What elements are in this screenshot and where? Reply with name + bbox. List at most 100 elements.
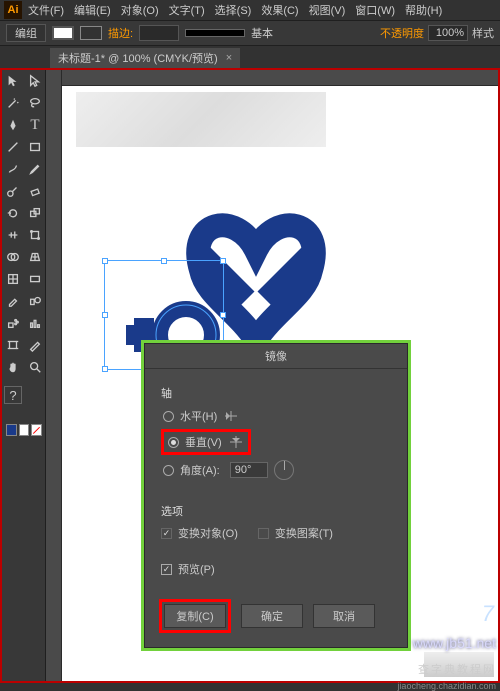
resize-handle[interactable] xyxy=(102,366,108,372)
mesh-tool[interactable] xyxy=(2,268,24,290)
artboard-tool[interactable] xyxy=(2,334,24,356)
menu-help[interactable]: 帮助(H) xyxy=(405,2,442,18)
magic-wand-tool[interactable] xyxy=(2,92,24,114)
angle-dial-icon[interactable] xyxy=(274,460,294,480)
resize-handle[interactable] xyxy=(102,258,108,264)
perspective-tool[interactable] xyxy=(24,246,46,268)
menu-file[interactable]: 文件(F) xyxy=(28,2,64,18)
radio-icon[interactable] xyxy=(163,465,174,476)
width-tool[interactable] xyxy=(2,224,24,246)
resize-handle[interactable] xyxy=(161,258,167,264)
close-tab-icon[interactable]: × xyxy=(226,52,232,64)
checkbox-icon xyxy=(258,528,269,539)
fill-swatch[interactable] xyxy=(52,26,74,40)
style-label[interactable]: 样式 xyxy=(472,25,494,41)
dialog-title: 镜像 xyxy=(145,344,407,369)
app-logo: Ai xyxy=(4,1,22,19)
menu-window[interactable]: 窗口(W) xyxy=(355,2,395,18)
zoom-tool[interactable] xyxy=(24,356,46,378)
menu-edit[interactable]: 编辑(E) xyxy=(74,2,111,18)
reflect-dialog-highlight: 镜像 轴 水平(H) 垂直(V) xyxy=(141,340,411,651)
blob-brush-tool[interactable] xyxy=(2,180,24,202)
flip-vertical-icon xyxy=(228,435,244,449)
checkbox-icon[interactable] xyxy=(161,564,172,575)
reflect-dialog: 镜像 轴 水平(H) 垂直(V) xyxy=(144,343,408,648)
pen-tool[interactable] xyxy=(2,114,24,136)
horizontal-radio-row[interactable]: 水平(H) xyxy=(161,405,391,427)
rectangle-tool[interactable] xyxy=(24,136,46,158)
copy-button-highlight: 复制(C) xyxy=(159,599,231,633)
brush-tool[interactable] xyxy=(2,158,24,180)
cancel-button[interactable]: 取消 xyxy=(313,604,375,628)
free-transform-tool[interactable] xyxy=(24,224,46,246)
eyedropper-tool[interactable] xyxy=(2,290,24,312)
watermark-url: www.jb51.net xyxy=(413,635,496,651)
fill-color-swatch[interactable] xyxy=(6,424,17,436)
slice-tool[interactable] xyxy=(24,334,46,356)
eraser-tool[interactable] xyxy=(24,180,46,202)
radio-icon[interactable] xyxy=(168,437,179,448)
canvas[interactable]: 镜像 轴 水平(H) 垂直(V) xyxy=(46,70,498,681)
rotate-tool[interactable] xyxy=(2,202,24,224)
blend-tool[interactable] xyxy=(24,290,46,312)
selection-tool[interactable] xyxy=(2,70,24,92)
workspace: T ? xyxy=(0,68,500,683)
direct-select-tool[interactable] xyxy=(24,70,46,92)
opacity-label: 不透明度 xyxy=(380,25,424,41)
column-graph-tool[interactable] xyxy=(24,312,46,334)
resize-handle[interactable] xyxy=(220,312,226,318)
stroke-label: 描边: xyxy=(108,25,133,41)
watermark-cn: 查字典教程网 xyxy=(418,660,496,677)
symbol-spray-tool[interactable] xyxy=(2,312,24,334)
stroke-weight-field[interactable] xyxy=(139,25,179,41)
angle-label: 角度(A): xyxy=(180,462,220,478)
opacity-field[interactable]: 100% xyxy=(428,25,468,41)
preview-label: 预览(P) xyxy=(178,561,215,577)
help-tool[interactable]: ? xyxy=(4,386,22,404)
menu-view[interactable]: 视图(V) xyxy=(309,2,346,18)
document-tab-label: 未标题-1* @ 100% (CMYK/预览) xyxy=(58,50,218,66)
stroke-color-swatch[interactable] xyxy=(19,424,30,436)
none-swatch[interactable] xyxy=(31,424,42,436)
transform-objects-label: 变换对象(O) xyxy=(178,525,238,541)
gradient-tool[interactable] xyxy=(24,268,46,290)
line-tool[interactable] xyxy=(2,136,24,158)
menu-type[interactable]: 文字(T) xyxy=(169,2,205,18)
hand-tool[interactable] xyxy=(2,356,24,378)
preview-row[interactable]: 预览(P) xyxy=(161,559,391,579)
vertical-option-highlight: 垂直(V) xyxy=(161,429,251,455)
scale-tool[interactable] xyxy=(24,202,46,224)
toolbox: T ? xyxy=(2,70,46,681)
menu-effect[interactable]: 效果(C) xyxy=(261,2,298,18)
menu-select[interactable]: 选择(S) xyxy=(215,2,252,18)
flip-horizontal-icon xyxy=(223,409,239,423)
vertical-radio-row[interactable]: 垂直(V) xyxy=(166,434,246,450)
checkbox-icon xyxy=(161,528,172,539)
page-number-overlay: 7 xyxy=(482,601,494,627)
basic-label[interactable]: 基本 xyxy=(251,25,273,41)
group-label[interactable]: 编组 xyxy=(6,24,46,42)
stroke-swatch[interactable] xyxy=(80,26,102,40)
copy-button[interactable]: 复制(C) xyxy=(164,604,226,628)
angle-input[interactable]: 90° xyxy=(230,462,268,478)
resize-handle[interactable] xyxy=(102,312,108,318)
lasso-tool[interactable] xyxy=(24,92,46,114)
horizontal-ruler xyxy=(62,70,498,86)
vertical-radio-label: 垂直(V) xyxy=(185,434,222,450)
options-section-label: 选项 xyxy=(161,503,391,519)
shape-builder-tool[interactable] xyxy=(2,246,24,268)
menu-object[interactable]: 对象(O) xyxy=(121,2,159,18)
resize-handle[interactable] xyxy=(220,258,226,264)
pencil-tool[interactable] xyxy=(24,158,46,180)
radio-icon[interactable] xyxy=(163,411,174,422)
transform-objects-row: 变换对象(O) 变换图案(T) xyxy=(161,523,391,543)
angle-radio-row[interactable]: 角度(A): 90° xyxy=(161,457,391,483)
ok-button[interactable]: 确定 xyxy=(241,604,303,628)
type-tool[interactable]: T xyxy=(24,114,46,136)
document-tabs: 未标题-1* @ 100% (CMYK/预览) × xyxy=(0,46,500,68)
horizontal-radio-label: 水平(H) xyxy=(180,408,217,424)
transform-patterns-label: 变换图案(T) xyxy=(275,525,333,541)
vertical-ruler xyxy=(46,70,62,681)
stroke-preview[interactable] xyxy=(185,29,245,37)
document-tab[interactable]: 未标题-1* @ 100% (CMYK/预览) × xyxy=(50,48,240,68)
